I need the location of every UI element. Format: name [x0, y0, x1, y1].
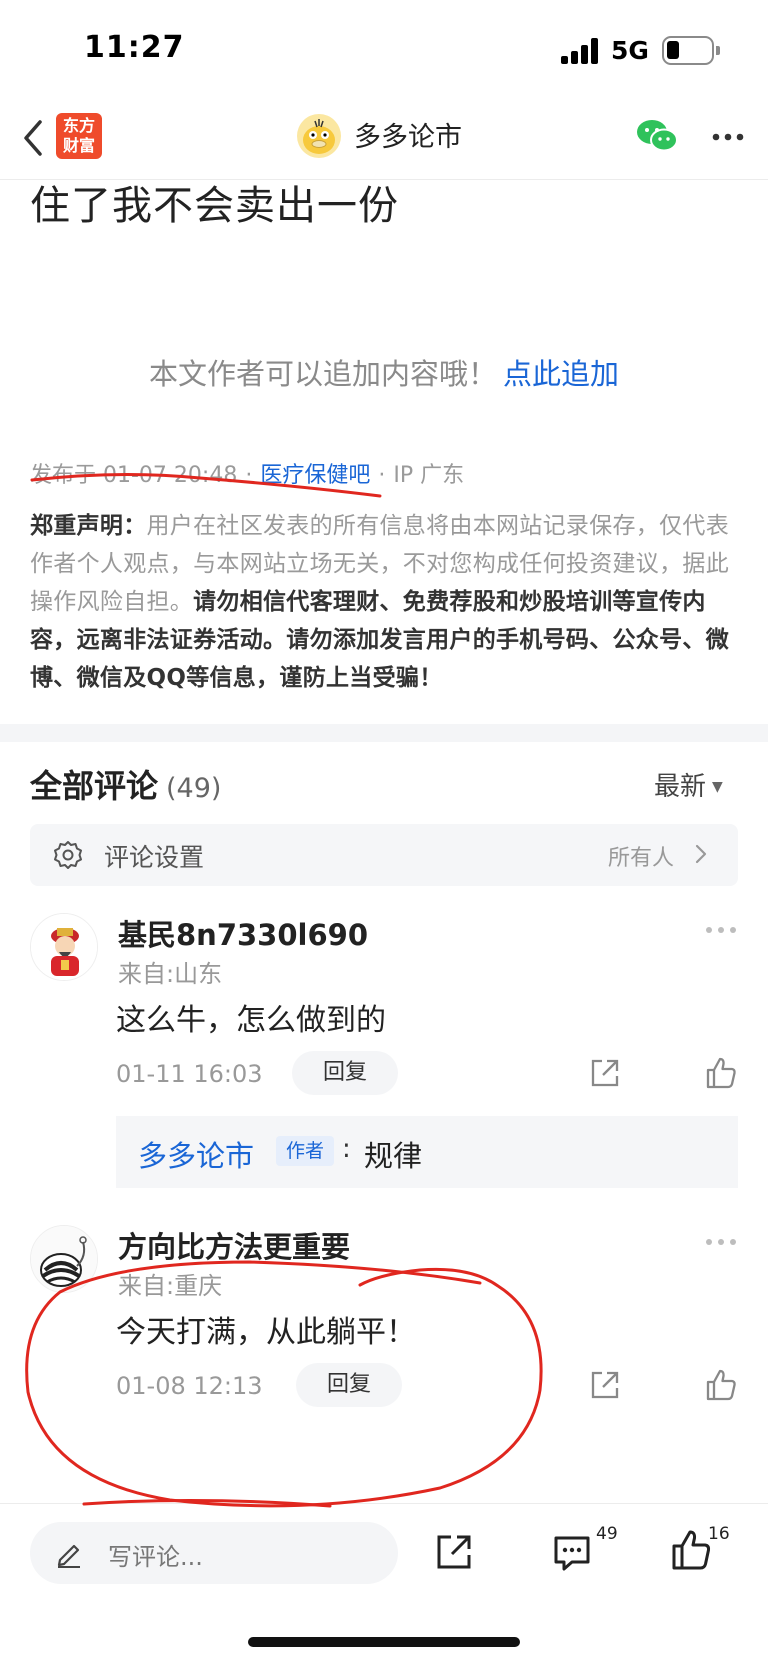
status-time: 11:27: [84, 30, 185, 65]
share-icon[interactable]: [588, 1056, 622, 1090]
reply-button[interactable]: 回复: [292, 1051, 398, 1095]
thumbs-up-icon[interactable]: [670, 1528, 712, 1572]
comments-count: (49): [166, 773, 222, 804]
append-content-row: 本文作者可以追加内容哦！ 点此追加: [0, 351, 768, 393]
author-avatar[interactable]: [296, 113, 342, 159]
eastmoney-logo[interactable]: 东方 财富: [56, 113, 102, 159]
comment-text: 今天打满，从此躺平！: [116, 1315, 416, 1350]
more-options-icon[interactable]: [708, 120, 748, 154]
cellular-signal-icon: [561, 38, 601, 64]
pen-icon: [54, 1538, 84, 1568]
ip-location: IP 广东: [393, 463, 465, 488]
back-arrow-icon[interactable]: [14, 110, 54, 166]
commenter-avatar[interactable]: [30, 1225, 98, 1293]
reply-author-name[interactable]: 多多论市: [138, 1133, 254, 1175]
append-prompt: 本文作者可以追加内容哦！: [148, 357, 497, 391]
share-icon[interactable]: [588, 1368, 622, 1402]
chevron-right-icon: [694, 842, 708, 866]
settings-label: 评论设置: [104, 843, 205, 872]
brand-logo-line1: 东方: [62, 116, 95, 135]
forum-bar-link[interactable]: 医疗保健吧: [260, 463, 370, 488]
reply-colon: :: [342, 1134, 351, 1164]
comment-count-badge: 49: [596, 1524, 618, 1544]
comment-text: 这么牛，怎么做到的: [116, 1003, 386, 1038]
thumbs-up-icon[interactable]: [704, 1056, 738, 1090]
wechat-share-icon[interactable]: [634, 114, 680, 158]
bottom-action-bar: 写评论... 49 16: [0, 1503, 768, 1663]
share-icon[interactable]: [434, 1532, 474, 1572]
page-title: 多多论市: [354, 122, 462, 153]
settings-value: 所有人: [607, 846, 674, 871]
thumbs-up-icon[interactable]: [704, 1368, 738, 1402]
publish-time: 发布于 01-07 20:48: [30, 463, 238, 488]
commenter-name[interactable]: 方向比方法更重要: [118, 1224, 350, 1266]
author-reply[interactable]: 多多论市 作者 : 规律: [116, 1116, 738, 1188]
commenter-location: 来自:山东: [118, 960, 223, 988]
page: 11:27 5G 东方 财富 多多论市 住了我不会卖出一份 本文作者可以追加内容…: [0, 0, 768, 1663]
comment-more-icon[interactable]: [706, 925, 738, 935]
comment-input[interactable]: 写评论...: [30, 1522, 398, 1584]
comment-more-icon[interactable]: [706, 1237, 738, 1247]
battery-icon: [662, 36, 720, 65]
commenter-avatar[interactable]: [30, 913, 98, 981]
home-indicator: [248, 1637, 520, 1647]
comment-time: 01-11 16:03: [116, 1060, 263, 1088]
gear-icon: [52, 839, 84, 871]
comments-title: 全部评论: [30, 767, 159, 805]
comment-time: 01-08 12:13: [116, 1372, 263, 1400]
reply-text: 规律: [364, 1139, 423, 1173]
status-bar: 11:27 5G: [0, 0, 768, 96]
section-divider: [0, 724, 768, 742]
comment-settings-bar[interactable]: 评论设置 所有人: [30, 824, 738, 886]
content-scroll-area[interactable]: 住了我不会卖出一份 本文作者可以追加内容哦！ 点此追加 发布于 01-07 20:…: [0, 181, 768, 1503]
like-count-badge: 16: [708, 1524, 730, 1544]
sort-label: 最新: [654, 772, 707, 802]
network-type: 5G: [611, 36, 649, 65]
caret-down-icon: ▼: [712, 779, 723, 795]
brand-logo-line2: 财富: [62, 136, 95, 155]
commenter-location: 来自:重庆: [118, 1272, 223, 1300]
sort-dropdown[interactable]: 最新 ▼: [654, 766, 723, 803]
append-content-link[interactable]: 点此追加: [503, 357, 619, 391]
disclaimer-label: 郑重声明：: [30, 513, 147, 539]
commenter-name[interactable]: 基民8n7330l690: [118, 912, 368, 954]
article-body-tail: 住了我不会卖出一份: [30, 183, 399, 229]
top-nav-bar: 东方 财富 多多论市: [0, 96, 768, 180]
reply-button[interactable]: 回复: [296, 1363, 402, 1407]
author-badge: 作者: [276, 1136, 334, 1166]
post-meta: 发布于 01-07 20:48 · 医疗保健吧 · IP 广东: [30, 463, 465, 488]
comment-bubble-icon[interactable]: [552, 1532, 592, 1572]
disclaimer: 郑重声明：用户在社区发表的所有信息将由本网站记录保存，仅代表作者个人观点，与本网…: [30, 507, 740, 697]
comments-header: 全部评论 (49): [30, 761, 221, 807]
comment-input-placeholder: 写评论...: [108, 1543, 203, 1571]
